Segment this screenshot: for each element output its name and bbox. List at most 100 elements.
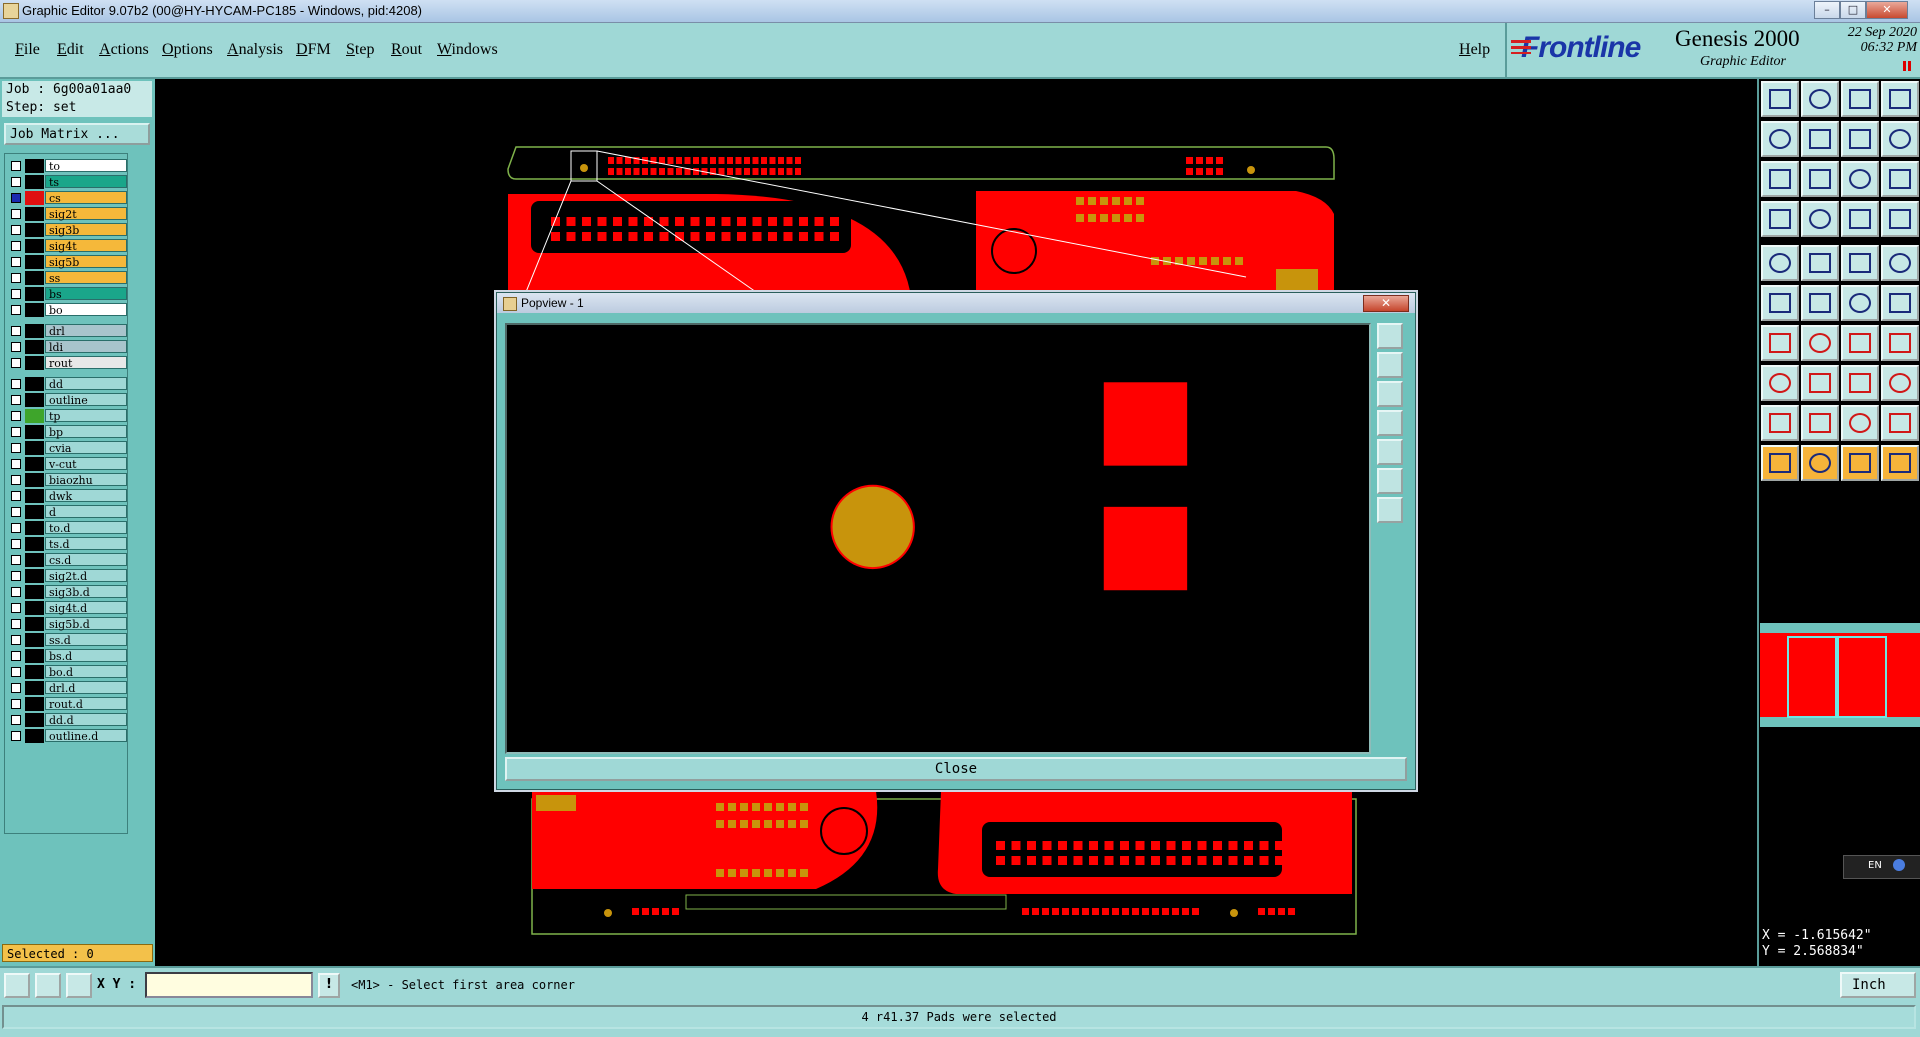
layer-row-bo-d[interactable]: bo.d xyxy=(7,665,127,679)
layer-checkbox[interactable] xyxy=(11,411,21,421)
connector-pad[interactable] xyxy=(1120,856,1129,865)
connector-pad[interactable] xyxy=(1244,856,1253,865)
connector-pad[interactable] xyxy=(644,232,653,241)
ic-pad[interactable] xyxy=(740,869,748,877)
layer-row-bs-d[interactable]: bs.d xyxy=(7,649,127,663)
connector-pad[interactable] xyxy=(1244,841,1253,850)
smd-pad[interactable] xyxy=(1032,908,1039,915)
menu-analysis[interactable]: Analysis xyxy=(227,41,283,59)
connector-pad[interactable] xyxy=(1275,856,1284,865)
connector-pad[interactable] xyxy=(1058,841,1067,850)
connector-pad[interactable] xyxy=(783,232,793,241)
connector-pad[interactable] xyxy=(1042,841,1052,850)
layer-row-rout[interactable]: rout xyxy=(7,356,127,370)
close-window-button[interactable]: ✕ xyxy=(1866,1,1908,19)
connector-pad[interactable] xyxy=(1135,841,1145,850)
ic-pad[interactable] xyxy=(728,803,736,811)
dot-pair-icon[interactable] xyxy=(1841,285,1879,321)
smd-pad[interactable] xyxy=(710,157,716,164)
layer-checkbox[interactable] xyxy=(11,539,21,549)
layout-icon[interactable] xyxy=(1881,81,1919,117)
connector-pad[interactable] xyxy=(1275,841,1284,850)
connector-pad[interactable] xyxy=(1011,856,1021,865)
connector-pad[interactable] xyxy=(1089,856,1098,865)
connector-pad[interactable] xyxy=(1197,856,1207,865)
connector-pad[interactable] xyxy=(644,217,653,226)
ic-pad[interactable] xyxy=(1100,197,1108,205)
copy-icon[interactable] xyxy=(1881,365,1919,401)
ic-pad[interactable] xyxy=(1088,214,1096,222)
layer-row-drl-d[interactable]: drl.d xyxy=(7,681,127,695)
layer-row-dwk[interactable]: dwk xyxy=(7,489,127,503)
route-icon[interactable] xyxy=(1881,121,1919,157)
arrow-up-icon[interactable] xyxy=(1801,405,1839,441)
connector-pad[interactable] xyxy=(721,232,731,241)
layer-row-ss[interactable]: ss xyxy=(7,271,127,285)
connector-pad[interactable] xyxy=(830,217,839,226)
smd-pad[interactable] xyxy=(1206,168,1213,175)
ime-indicator[interactable]: EN xyxy=(1843,855,1920,879)
popview-close-icon[interactable]: ✕ xyxy=(1363,295,1409,312)
smd-pad[interactable] xyxy=(1162,908,1169,915)
pan-icon[interactable] xyxy=(1801,161,1839,197)
layer-row-dd-d[interactable]: dd.d xyxy=(7,713,127,727)
smd-pad[interactable] xyxy=(1112,908,1119,915)
unit-select[interactable]: Inch xyxy=(1840,972,1916,998)
layer-row-biaozhu[interactable]: biaozhu xyxy=(7,473,127,487)
connector-pad[interactable] xyxy=(659,232,669,241)
layer-row-tp[interactable]: tp xyxy=(7,409,127,423)
layer-checkbox[interactable] xyxy=(11,177,21,187)
smd-pad[interactable] xyxy=(676,157,682,164)
smd-pad[interactable] xyxy=(769,168,776,175)
smd-pad[interactable] xyxy=(642,908,649,915)
ic-pad[interactable] xyxy=(764,820,772,828)
wire-icon[interactable] xyxy=(1761,201,1799,237)
smd-pad[interactable] xyxy=(1216,157,1223,164)
menu-help[interactable]: Help xyxy=(1459,41,1490,59)
smd-pad[interactable] xyxy=(1186,157,1193,164)
help-icon[interactable] xyxy=(1881,161,1919,197)
smd-pad[interactable] xyxy=(727,168,733,175)
pointer-icon[interactable] xyxy=(1761,445,1799,481)
layer-row-sig2t-d[interactable]: sig2t.d xyxy=(7,569,127,583)
smd-pad[interactable] xyxy=(650,157,657,164)
connector-pad[interactable] xyxy=(628,217,638,226)
connector-pad[interactable] xyxy=(783,217,793,226)
ic-pad[interactable] xyxy=(776,803,784,811)
ic-pad[interactable] xyxy=(728,820,736,828)
smd-pad[interactable] xyxy=(761,168,767,175)
ic-pad[interactable] xyxy=(1136,197,1144,205)
popview-pan-icon[interactable] xyxy=(1377,497,1403,523)
layer-row-ts-d[interactable]: ts.d xyxy=(7,537,127,551)
connector-pad[interactable] xyxy=(1120,841,1129,850)
smd-pad[interactable] xyxy=(652,908,659,915)
layer-row-bp[interactable]: bp xyxy=(7,425,127,439)
smd-pad[interactable] xyxy=(1192,908,1199,915)
smd-pad[interactable] xyxy=(1216,168,1223,175)
layer-row-dd[interactable]: dd xyxy=(7,377,127,391)
connector-pad[interactable] xyxy=(613,217,622,226)
layer-checkbox[interactable] xyxy=(11,257,21,267)
smd-pad[interactable] xyxy=(727,157,733,164)
smd-pad[interactable] xyxy=(1022,908,1029,915)
connector-pad[interactable] xyxy=(706,217,715,226)
smd-pad[interactable] xyxy=(672,908,679,915)
popview-out-icon[interactable] xyxy=(1377,439,1403,465)
ic-pad[interactable] xyxy=(1199,257,1207,265)
smd-pad[interactable] xyxy=(662,908,669,915)
layer-checkbox[interactable] xyxy=(11,587,21,597)
cross-icon[interactable] xyxy=(1801,285,1839,321)
ic-pad[interactable] xyxy=(740,803,748,811)
layer-checkbox[interactable] xyxy=(11,326,21,336)
menu-rout[interactable]: Rout xyxy=(391,41,422,59)
import-icon[interactable] xyxy=(1761,121,1799,157)
ic-pad[interactable] xyxy=(752,820,760,828)
connector-pad[interactable] xyxy=(1104,841,1114,850)
smd-pad[interactable] xyxy=(608,168,614,175)
connector-pad[interactable] xyxy=(1027,841,1036,850)
ic-pad[interactable] xyxy=(1187,257,1195,265)
connector-pad[interactable] xyxy=(1073,841,1083,850)
layer-row-cs[interactable]: cs xyxy=(7,191,127,205)
connector-pad[interactable] xyxy=(613,232,622,241)
menu-windows[interactable]: Windows xyxy=(437,41,498,59)
